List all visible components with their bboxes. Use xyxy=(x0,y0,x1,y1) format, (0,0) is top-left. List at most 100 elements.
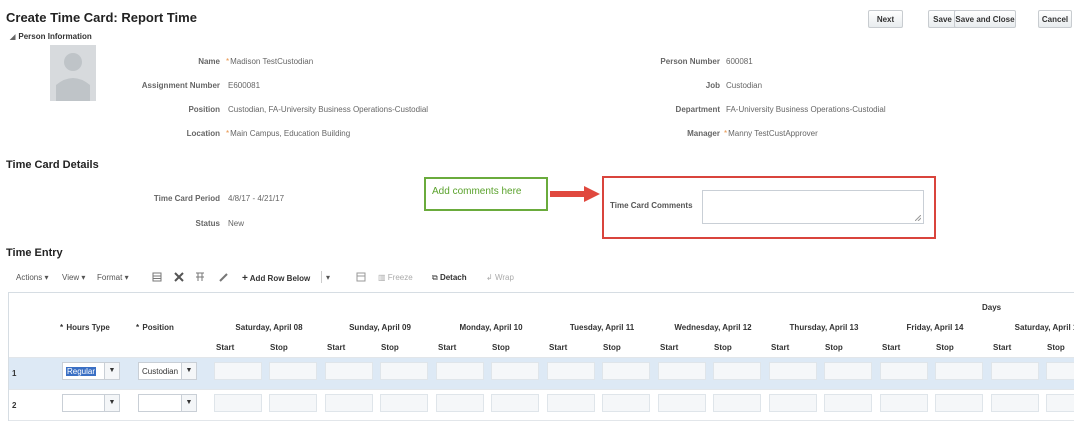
actions-menu[interactable]: Actions ▾ xyxy=(16,273,48,282)
start-time-input[interactable] xyxy=(658,362,706,380)
start-time-input[interactable] xyxy=(325,362,373,380)
start-subheader: Start xyxy=(660,343,679,352)
add-row-below-button[interactable]: + Add Row Below xyxy=(242,273,310,284)
save-and-close-button[interactable]: Save and Close xyxy=(954,10,1016,28)
day-column-header: Saturday, April 1 xyxy=(1014,323,1074,332)
start-time-input[interactable] xyxy=(214,394,262,412)
stop-subheader: Stop xyxy=(492,343,510,352)
start-time-input[interactable] xyxy=(436,362,484,380)
position-select[interactable]: Custodian xyxy=(138,362,182,380)
stop-time-input[interactable] xyxy=(380,394,428,412)
stop-time-input[interactable] xyxy=(935,362,983,380)
row-number: 1 xyxy=(12,369,17,378)
add-comments-annotation: Add comments here xyxy=(424,177,548,211)
freeze-button[interactable]: ▥ Freeze xyxy=(378,273,413,282)
resize-handle-icon xyxy=(915,215,921,221)
avatar xyxy=(50,45,96,101)
start-time-input[interactable] xyxy=(436,394,484,412)
stop-time-input[interactable] xyxy=(824,362,872,380)
start-time-input[interactable] xyxy=(214,362,262,380)
day-column-header: Monday, April 10 xyxy=(459,323,523,332)
start-time-input[interactable] xyxy=(991,394,1039,412)
status-label: Status xyxy=(195,219,220,228)
stop-time-input[interactable] xyxy=(491,394,539,412)
stop-subheader: Stop xyxy=(1047,343,1065,352)
delete-icon[interactable] xyxy=(174,272,184,282)
start-subheader: Start xyxy=(771,343,790,352)
add-row-dropdown[interactable]: ▾ xyxy=(326,273,330,282)
stop-time-input[interactable] xyxy=(602,362,650,380)
split-columns-icon[interactable] xyxy=(195,272,205,282)
start-subheader: Start xyxy=(216,343,235,352)
cancel-button[interactable]: Cancel xyxy=(1038,10,1072,28)
row-number: 2 xyxy=(12,401,17,410)
stop-time-input[interactable] xyxy=(1046,362,1074,380)
time-card-period-value: 4/8/17 - 4/21/17 xyxy=(228,194,285,203)
stop-subheader: Stop xyxy=(270,343,288,352)
stop-time-input[interactable] xyxy=(1046,394,1074,412)
format-menu[interactable]: Format ▾ xyxy=(97,273,129,282)
stop-time-input[interactable] xyxy=(491,362,539,380)
start-time-input[interactable] xyxy=(880,394,928,412)
start-time-input[interactable] xyxy=(769,362,817,380)
department-label: Department xyxy=(675,105,720,114)
start-time-input[interactable] xyxy=(547,362,595,380)
position-dropdown-icon[interactable]: ▼ xyxy=(181,362,197,380)
stop-time-input[interactable] xyxy=(713,394,761,412)
start-subheader: Start xyxy=(327,343,346,352)
start-time-input[interactable] xyxy=(880,362,928,380)
person-information-label: Person Information xyxy=(18,32,92,41)
detach-button[interactable]: ⧉ Detach xyxy=(432,273,467,283)
time-entry-heading: Time Entry xyxy=(6,247,63,259)
view-menu[interactable]: View ▾ xyxy=(62,273,85,282)
stop-subheader: Stop xyxy=(936,343,954,352)
time-card-comments-textarea[interactable] xyxy=(702,190,924,224)
person-information-toggle[interactable]: ◢ Person Information xyxy=(10,32,92,41)
detach-icon: ⧉ xyxy=(432,273,438,282)
pencil-icon[interactable] xyxy=(219,272,229,282)
wrap-icon: ↲ xyxy=(486,273,493,282)
start-time-input[interactable] xyxy=(547,394,595,412)
start-time-input[interactable] xyxy=(769,394,817,412)
name-label: Name xyxy=(198,57,220,66)
job-label: Job xyxy=(705,81,720,90)
red-arrow-icon xyxy=(550,186,600,202)
day-column-header: Thursday, April 13 xyxy=(789,323,859,332)
save-button[interactable]: Save xyxy=(928,10,957,28)
wrap-button[interactable]: ↲ Wrap xyxy=(486,273,514,282)
column-freeze-icon[interactable] xyxy=(356,272,366,282)
start-time-input[interactable] xyxy=(991,362,1039,380)
stop-time-input[interactable] xyxy=(269,394,317,412)
manager-label: Manager xyxy=(687,129,720,138)
hours-type-select[interactable] xyxy=(62,394,106,412)
time-card-period-label: Time Card Period xyxy=(153,194,220,203)
stop-time-input[interactable] xyxy=(602,394,650,412)
position-label: Position xyxy=(188,105,220,114)
start-subheader: Start xyxy=(882,343,901,352)
stop-subheader: Stop xyxy=(714,343,732,352)
start-subheader: Start xyxy=(549,343,568,352)
stop-time-input[interactable] xyxy=(269,362,317,380)
freeze-icon: ▥ xyxy=(378,273,386,282)
position-select[interactable] xyxy=(138,394,182,412)
position-header: * Position xyxy=(136,323,174,332)
stop-time-input[interactable] xyxy=(380,362,428,380)
hours-type-dropdown-icon[interactable]: ▼ xyxy=(104,394,120,412)
stop-time-input[interactable] xyxy=(824,394,872,412)
time-card-comments-label: Time Card Comments xyxy=(610,201,693,210)
position-dropdown-icon[interactable]: ▼ xyxy=(181,394,197,412)
stop-subheader: Stop xyxy=(381,343,399,352)
table-view-icon[interactable] xyxy=(152,272,162,282)
person-number-label: Person Number xyxy=(660,57,720,66)
start-time-input[interactable] xyxy=(325,394,373,412)
stop-time-input[interactable] xyxy=(935,394,983,412)
hours-type-dropdown-icon[interactable]: ▼ xyxy=(104,362,120,380)
next-button[interactable]: Next xyxy=(868,10,903,28)
collapse-triangle-icon: ◢ xyxy=(10,34,16,41)
hours-type-select[interactable]: Regular xyxy=(62,362,106,380)
person-number-value: 600081 xyxy=(726,57,753,66)
start-time-input[interactable] xyxy=(658,394,706,412)
plus-icon: + xyxy=(242,273,248,284)
stop-time-input[interactable] xyxy=(713,362,761,380)
start-subheader: Start xyxy=(993,343,1012,352)
